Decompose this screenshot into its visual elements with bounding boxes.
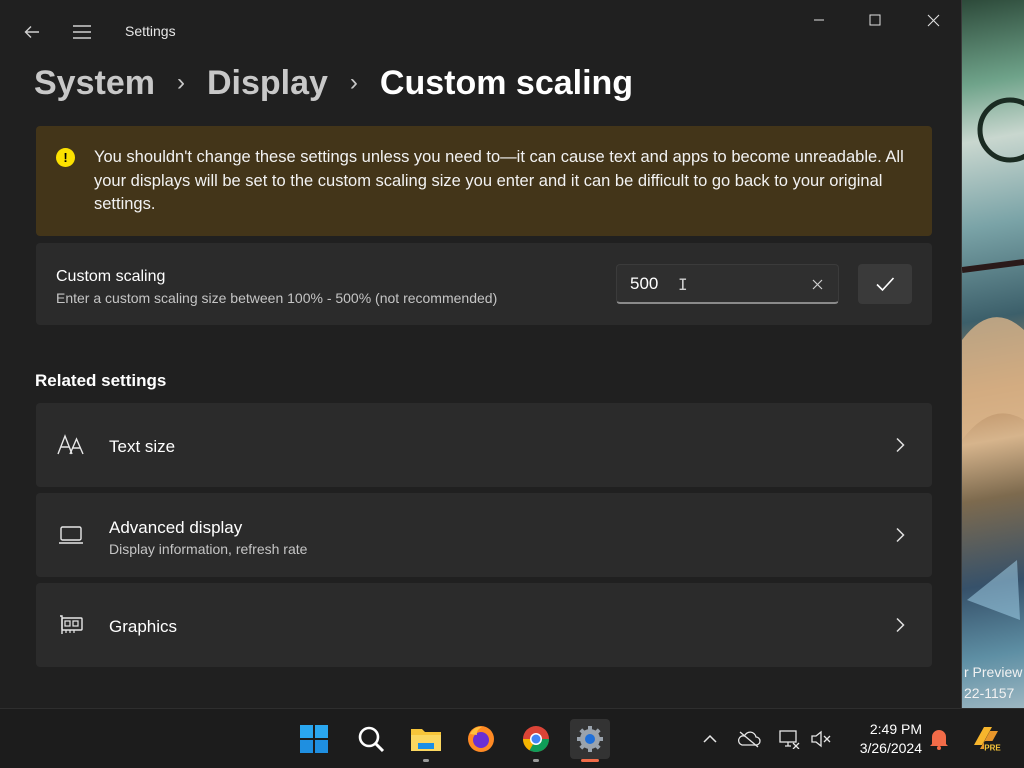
back-arrow-icon bbox=[24, 26, 39, 38]
firefox-icon bbox=[468, 726, 494, 752]
related-item-text-size[interactable]: Text size bbox=[36, 403, 932, 487]
custom-scaling-input-box[interactable]: I bbox=[616, 264, 839, 304]
firefox-button[interactable] bbox=[461, 719, 501, 759]
speaker-muted-icon bbox=[811, 730, 831, 748]
warning-text: You shouldn't change these settings unle… bbox=[94, 148, 904, 213]
taskbar-clock[interactable]: 2:49 PM 3/26/2024 bbox=[846, 720, 922, 758]
breadcrumb-chevron-icon: › bbox=[176, 69, 185, 96]
related-item-title: Text size bbox=[109, 437, 176, 456]
insider-preview-button[interactable]: PRE bbox=[970, 723, 1002, 755]
custom-scaling-card: Custom scaling Enter a custom scaling si… bbox=[36, 243, 932, 325]
apply-scaling-button[interactable] bbox=[858, 264, 912, 304]
wallpaper-art bbox=[962, 97, 1024, 620]
chevron-right-icon bbox=[888, 613, 912, 637]
show-hidden-icons-button[interactable] bbox=[698, 727, 722, 751]
chevron-up-icon bbox=[703, 734, 717, 743]
wallpaper-text-preview: r Preview bbox=[964, 664, 1023, 680]
graphics-card-icon bbox=[56, 610, 86, 640]
clear-icon bbox=[812, 279, 822, 289]
breadcrumb-system[interactable]: System bbox=[34, 64, 155, 103]
file-explorer-button[interactable] bbox=[406, 719, 446, 762]
clock-date: 3/26/2024 bbox=[859, 740, 922, 756]
breadcrumb: System › Display › Custom scaling bbox=[34, 60, 633, 106]
network-disconnected-icon bbox=[779, 730, 800, 749]
chevron-right-icon bbox=[888, 523, 912, 547]
chrome-button[interactable] bbox=[516, 719, 556, 762]
maximize-icon bbox=[869, 14, 881, 26]
volume-tray-button[interactable] bbox=[809, 727, 833, 751]
clock-time: 2:49 PM bbox=[869, 721, 922, 737]
text-cursor-icon: I bbox=[678, 275, 688, 294]
running-indicator bbox=[423, 759, 429, 762]
minimize-icon bbox=[814, 19, 824, 21]
svg-text:PRE: PRE bbox=[984, 744, 1001, 753]
running-indicator bbox=[533, 759, 539, 762]
navigation-menu-button[interactable] bbox=[62, 12, 102, 52]
notifications-button[interactable] bbox=[927, 727, 951, 751]
related-item-graphics[interactable]: Graphics bbox=[36, 583, 932, 667]
onedrive-tray-button[interactable] bbox=[737, 727, 761, 751]
minimize-button[interactable] bbox=[796, 4, 842, 36]
related-item-subtitle: Display information, refresh rate bbox=[109, 541, 308, 557]
maximize-button[interactable] bbox=[852, 4, 898, 36]
active-app-indicator bbox=[581, 759, 599, 762]
checkmark-icon bbox=[876, 277, 895, 292]
text-size-icon bbox=[56, 430, 86, 460]
warning-banner: ! You shouldn't change these settings un… bbox=[36, 126, 932, 236]
close-icon bbox=[927, 14, 939, 26]
start-button[interactable] bbox=[294, 719, 334, 759]
breadcrumb-chevron-icon: › bbox=[349, 69, 358, 96]
warning-icon: ! bbox=[56, 148, 75, 167]
taskbar: 2:49 PM 3/26/2024 PRE bbox=[0, 708, 1024, 768]
window-title: Settings bbox=[125, 23, 176, 39]
back-button[interactable] bbox=[12, 12, 52, 52]
copilot-preview-icon: PRE bbox=[974, 727, 1001, 753]
taskbar-search-button[interactable] bbox=[351, 719, 391, 759]
related-settings-heading: Related settings bbox=[35, 371, 167, 390]
folder-icon bbox=[411, 729, 441, 751]
settings-taskbar-button[interactable] bbox=[570, 719, 610, 762]
windows-logo-icon bbox=[300, 725, 328, 753]
related-item-title: Graphics bbox=[109, 617, 178, 636]
title-bar: Settings bbox=[0, 0, 962, 64]
page-title: Custom scaling bbox=[379, 63, 634, 102]
settings-window: Settings System › Display › Custom scali… bbox=[0, 0, 962, 708]
chrome-icon bbox=[522, 726, 550, 753]
breadcrumb-display[interactable]: Display bbox=[207, 64, 328, 103]
related-item-title: Advanced display bbox=[109, 518, 243, 537]
bell-icon bbox=[930, 730, 948, 750]
desktop-wallpaper: r Preview 22-1157 bbox=[962, 0, 1024, 708]
cloud-offline-icon bbox=[737, 731, 761, 748]
related-item-advanced-display[interactable]: Advanced display Display information, re… bbox=[36, 493, 932, 577]
hamburger-icon bbox=[73, 25, 91, 39]
network-tray-button[interactable] bbox=[777, 727, 801, 751]
monitor-icon bbox=[56, 520, 86, 550]
custom-scaling-description: Enter a custom scaling size between 100%… bbox=[56, 290, 498, 306]
gear-icon bbox=[577, 726, 603, 752]
search-icon bbox=[358, 726, 385, 753]
close-button[interactable] bbox=[910, 4, 956, 36]
chevron-right-icon bbox=[888, 433, 912, 457]
wallpaper-text-build: 22-1157 bbox=[964, 685, 1015, 701]
clear-input-button[interactable] bbox=[806, 273, 828, 295]
custom-scaling-title: Custom scaling bbox=[56, 268, 166, 285]
custom-scaling-input[interactable] bbox=[617, 265, 797, 303]
